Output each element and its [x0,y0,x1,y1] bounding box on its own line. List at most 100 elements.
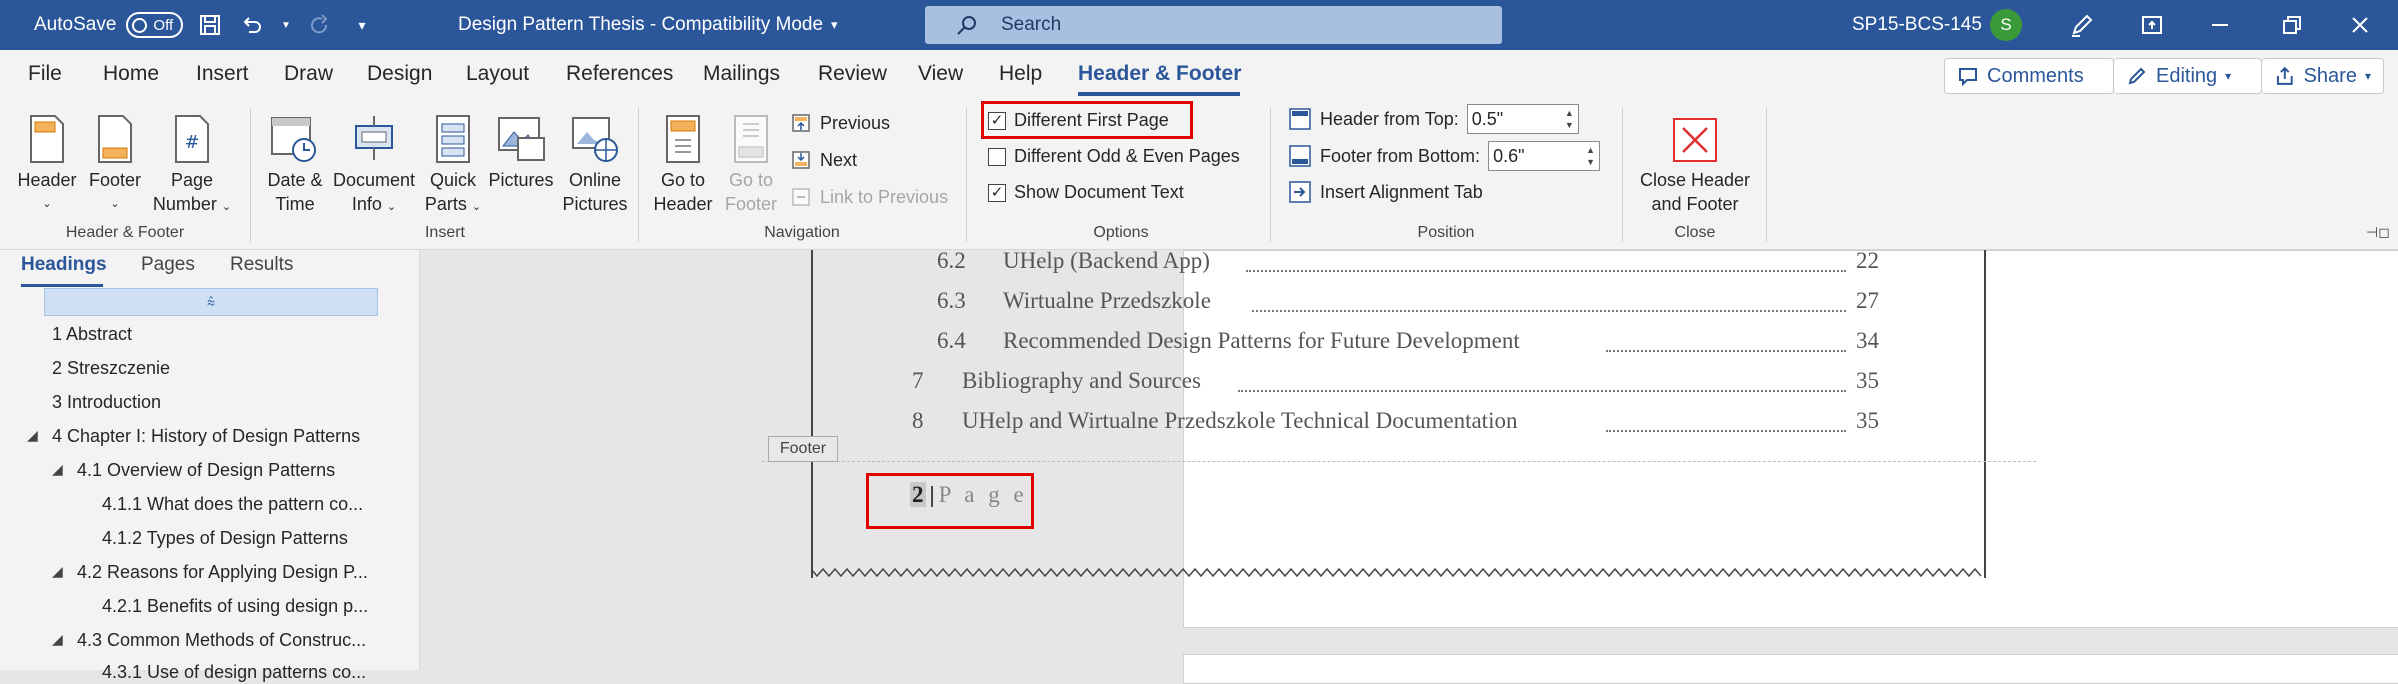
header-from-top-input[interactable]: 0.5" ▲ ▼ [1466,104,1579,134]
spinner-arrows-icon[interactable]: ▲ ▼ [1586,144,1595,168]
toc-entry-number: 6.2 [937,248,966,273]
undo-dropdown-icon[interactable]: ▼ [280,11,292,39]
nav-heading-item[interactable]: 4 Chapter I: History of Design Patterns [52,426,360,447]
autosave-toggle[interactable]: Off [126,12,184,38]
comments-button[interactable]: Comments [1944,58,2114,94]
next-document-page[interactable] [1183,654,2398,684]
insert-alignment-tab-button[interactable]: Insert Alignment Tab [1288,180,1483,204]
header-label: Header [17,170,77,190]
pen-icon[interactable] [2052,0,2112,50]
nav-heading-item[interactable]: 4.3.1 Use of design patterns co... [102,662,366,683]
tab-view[interactable]: View [918,62,963,86]
date-time-button[interactable]: Date & Time [258,108,332,216]
checkbox-checked[interactable]: ✓ [988,111,1006,130]
nav-heading-item[interactable]: 4.1.2 Types of Design Patterns [102,528,348,549]
pin-ribbon-icon[interactable]: ⊣◻ [2366,224,2390,241]
go-to-header-label-2: Header [653,194,713,214]
nav-heading-item[interactable]: 3 Introduction [52,392,161,413]
nav-heading-item[interactable]: 4.2 Reasons for Applying Design P... [77,562,368,583]
user-account-name[interactable]: SP15-BCS-145 [1852,0,1982,50]
tab-mailings[interactable]: Mailings [703,62,780,86]
page-number-button[interactable]: # Page Number ⌄ [148,108,236,219]
collapse-triangle-icon[interactable]: ◢ [27,427,38,444]
editing-button[interactable]: Editing ▾ [2114,58,2262,94]
toc-entry-title[interactable]: UHelp (Backend App) [1003,248,1210,274]
show-document-text-checkbox[interactable]: ✓ Show Document Text [988,182,1184,203]
toc-entry-title[interactable]: Recommended Design Patterns for Future D… [1003,328,1520,354]
checkbox-unchecked[interactable] [988,147,1006,166]
footer-from-bottom-input[interactable]: 0.6" ▲ ▼ [1488,141,1601,171]
nav-tab-results[interactable]: Results [230,254,293,276]
pencil-icon [2128,67,2146,85]
previous-button[interactable]: Previous [790,112,890,134]
share-button[interactable]: Share ▾ [2262,58,2384,94]
spinner-arrows-icon[interactable]: ▲ ▼ [1565,107,1574,131]
group-label-close: Close [1674,224,1716,241]
document-info-button[interactable]: Document Info ⌄ [330,108,418,219]
picture-icon [498,117,545,161]
page-number-field[interactable]: 2 [910,482,926,507]
next-label: Next [820,149,858,170]
toc-entry-title[interactable]: Wirtualne Przedszkole [1003,288,1211,314]
toc-entry-page: 22 [1856,248,1879,273]
chevron-down-icon: ⌄ [386,201,397,213]
tab-help[interactable]: Help [999,62,1042,86]
tab-review[interactable]: Review [818,62,887,86]
header-from-top-value: 0.5" [1471,108,1504,129]
toc-entry-title[interactable]: UHelp and Wirtualne Przedszkole Technica… [962,408,1517,434]
collapse-triangle-icon[interactable]: ◢ [52,461,63,478]
nav-heading-item[interactable]: 4.1.1 What does the pattern co... [102,494,363,515]
tab-home[interactable]: Home [103,62,159,86]
different-first-page-checkbox[interactable]: ✓ Different First Page [988,110,1169,131]
restore-icon[interactable] [2262,0,2322,50]
collapse-up-icon: ⩯ [206,293,216,310]
checkbox-checked[interactable]: ✓ [988,183,1006,202]
header-button[interactable]: Header ⌄ [12,108,82,216]
undo-icon[interactable] [238,11,266,39]
collapse-triangle-icon[interactable]: ◢ [52,563,63,580]
tab-references[interactable]: References [566,62,673,86]
quick-parts-label-2: Parts [424,194,467,214]
footer-label: Footer [88,170,142,190]
tab-insert[interactable]: Insert [196,62,249,86]
nav-heading-item[interactable]: 4.2.1 Benefits of using design p... [102,596,368,617]
autosave[interactable]: AutoSave Off [34,0,184,50]
tab-draw[interactable]: Draw [284,62,333,86]
online-pictures-button[interactable]: Online Pictures [558,108,632,216]
scroll-to-top-button[interactable]: ⩯ [44,288,378,316]
different-odd-even-checkbox[interactable]: Different Odd & Even Pages [988,146,1240,167]
pictures-button[interactable]: Pictures [484,108,558,192]
nav-tab-pages[interactable]: Pages [141,254,195,276]
footer-page-number[interactable]: 2 | P a g e [910,482,1028,508]
nav-heading-item[interactable]: 2 Streszczenie [52,358,170,379]
ribbon-display-icon[interactable] [2122,0,2182,50]
go-to-header-icon [666,115,700,163]
close-window-icon[interactable] [2330,0,2390,50]
nav-tab-headings[interactable]: Headings [21,254,107,276]
nav-heading-item[interactable]: 1 Abstract [52,324,132,345]
close-header-footer-button[interactable]: Close Header and Footer [1630,108,1760,216]
footer-position-icon [1289,145,1311,167]
footer-from-bottom-label: Footer from Bottom: [1320,145,1481,166]
avatar[interactable]: S [1990,9,2022,41]
toc-entry-title[interactable]: Bibliography and Sources [962,368,1201,394]
customize-toolbar-icon[interactable]: ▾ [348,11,376,39]
save-icon[interactable] [196,11,224,39]
document-title[interactable]: Design Pattern Thesis - Compatibility Mo… [458,0,838,50]
nav-heading-item[interactable]: 4.1 Overview of Design Patterns [77,460,335,481]
minimize-icon[interactable] [2190,0,2250,50]
go-to-header-button[interactable]: Go to Header [646,108,720,216]
tab-layout[interactable]: Layout [466,62,529,86]
tab-design[interactable]: Design [367,62,432,86]
search-input[interactable]: Search [925,6,1502,44]
collapse-triangle-icon[interactable]: ◢ [52,631,63,648]
nav-heading-item[interactable]: 4.3 Common Methods of Construc... [77,630,366,651]
pictures-label: Pictures [488,170,554,190]
quick-parts-button[interactable]: Quick Parts ⌄ [418,108,488,219]
tab-header-footer[interactable]: Header & Footer [1078,62,1241,86]
next-button[interactable]: Next [790,149,857,171]
tab-file[interactable]: File [28,62,62,86]
close-header-footer-label-2: and Footer [1651,194,1739,214]
footer-button[interactable]: Footer ⌄ [80,108,150,216]
page-number-label-2: Number [152,194,217,214]
